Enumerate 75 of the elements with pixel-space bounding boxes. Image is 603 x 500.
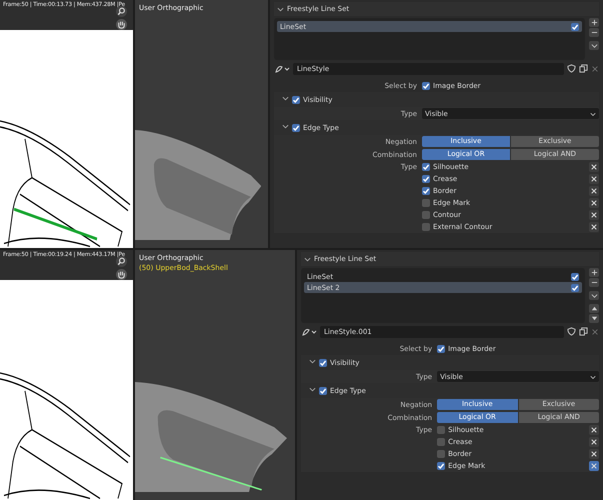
x-icon <box>591 212 597 218</box>
checkbox[interactable] <box>437 426 446 434</box>
checkbox[interactable] <box>571 272 579 280</box>
duplicate-icon[interactable] <box>579 64 588 73</box>
shield-icon[interactable] <box>567 64 576 73</box>
x-icon <box>591 439 597 445</box>
checkbox[interactable] <box>571 22 579 30</box>
triangle-down-icon <box>590 315 598 322</box>
checkbox[interactable] <box>437 438 446 446</box>
exclude-button[interactable] <box>589 222 599 232</box>
checkbox[interactable] <box>319 386 327 394</box>
chevron-icon[interactable] <box>309 386 316 393</box>
minus-icon <box>590 29 598 36</box>
checkbox[interactable] <box>422 211 430 219</box>
checkbox[interactable] <box>292 96 300 104</box>
exclude-button[interactable] <box>589 437 599 447</box>
exclude-button[interactable] <box>589 186 599 196</box>
chevron-icon[interactable] <box>282 95 289 102</box>
x-icon <box>591 463 597 469</box>
zoom-icon[interactable] <box>116 6 127 17</box>
move-up-button[interactable] <box>589 304 599 313</box>
hand-icon[interactable] <box>116 19 127 30</box>
chevron-icon <box>590 374 596 380</box>
checkbox[interactable] <box>437 462 446 470</box>
checkbox[interactable] <box>319 358 327 366</box>
checkbox[interactable] <box>437 344 446 352</box>
exclude-button[interactable] <box>589 198 599 208</box>
hand-icon[interactable] <box>116 269 127 280</box>
checkbox[interactable] <box>422 187 430 195</box>
checkbox[interactable] <box>422 163 430 171</box>
chevron-icon <box>590 110 596 116</box>
checkbox[interactable] <box>292 124 300 132</box>
plus-icon <box>590 269 598 276</box>
exclude-button[interactable] <box>589 210 599 220</box>
exclude-button[interactable] <box>589 174 599 184</box>
checkbox[interactable] <box>422 82 430 90</box>
x-icon <box>591 200 597 206</box>
x-icon <box>591 427 597 433</box>
triangle-up-icon <box>590 305 598 312</box>
dropdown-button[interactable] <box>589 41 599 50</box>
chevron-icon[interactable] <box>277 6 284 12</box>
x-icon <box>591 188 597 194</box>
linestyle-icon[interactable] <box>274 64 290 74</box>
chevron-icon <box>590 42 598 49</box>
close-icon[interactable] <box>591 64 599 72</box>
close-icon[interactable] <box>591 328 599 336</box>
exclude-button[interactable] <box>589 461 599 471</box>
checkbox[interactable] <box>571 284 579 292</box>
duplicate-icon[interactable] <box>579 327 588 336</box>
x-icon <box>591 164 597 170</box>
x-icon <box>591 176 597 182</box>
chevron-icon[interactable] <box>304 256 311 262</box>
plus-icon <box>590 19 598 26</box>
remove-button[interactable] <box>589 28 599 37</box>
x-icon <box>591 224 597 230</box>
chevron-icon[interactable] <box>309 358 316 365</box>
add-button[interactable] <box>589 18 599 27</box>
checkbox[interactable] <box>422 175 430 183</box>
remove-button[interactable] <box>589 278 599 287</box>
exclude-button[interactable] <box>589 162 599 172</box>
checkbox[interactable] <box>422 223 430 231</box>
chevron-icon <box>590 292 598 299</box>
x-icon <box>591 451 597 457</box>
add-button[interactable] <box>589 268 599 277</box>
chevron-icon[interactable] <box>282 123 289 130</box>
exclude-button[interactable] <box>589 449 599 459</box>
minus-icon <box>590 279 598 286</box>
exclude-button[interactable] <box>589 425 599 435</box>
checkbox[interactable] <box>437 450 446 458</box>
shield-icon[interactable] <box>567 327 576 336</box>
dropdown-button[interactable] <box>589 291 599 300</box>
checkbox[interactable] <box>422 199 430 207</box>
linestyle-icon[interactable] <box>301 326 317 336</box>
zoom-icon[interactable] <box>116 256 127 267</box>
move-down-button[interactable] <box>589 314 599 323</box>
